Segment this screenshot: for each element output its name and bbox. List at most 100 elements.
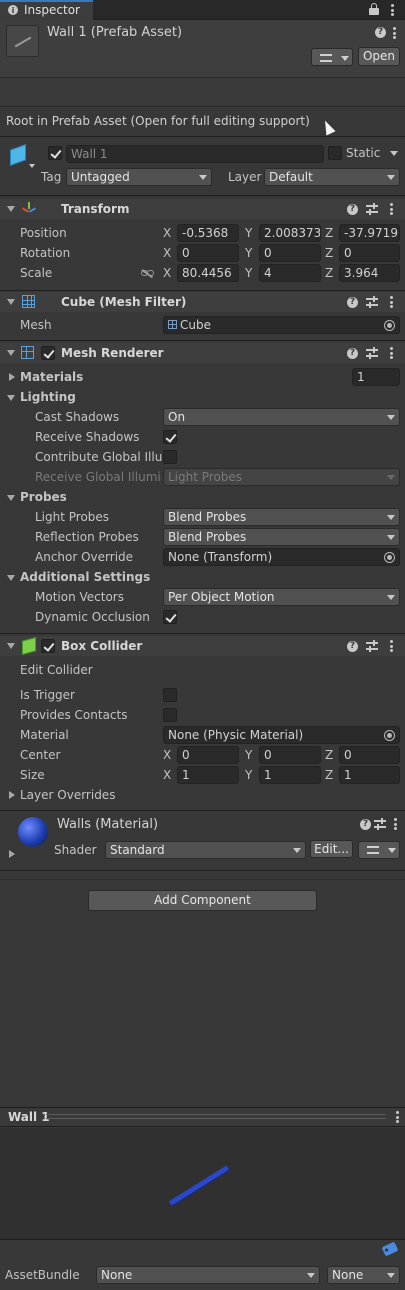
reflection-probes-dropdown[interactable]: Blend Probes <box>163 528 400 546</box>
asset-bundle-dropdown[interactable]: None <box>96 1266 320 1284</box>
mesh-filter-menu-icon[interactable] <box>390 296 393 308</box>
tab-inspector[interactable]: i Inspector <box>0 0 93 20</box>
transform-menu-icon[interactable] <box>390 203 393 215</box>
material-menu-icon[interactable] <box>394 818 397 830</box>
additional-settings-label[interactable]: Additional Settings <box>20 570 150 584</box>
mesh-renderer-help-icon[interactable]: ? <box>347 348 358 359</box>
collider-material-field[interactable]: None (Physic Material) <box>163 726 400 744</box>
box-collider-enabled-checkbox[interactable] <box>41 639 55 653</box>
transform-help-icon[interactable]: ? <box>347 204 358 215</box>
mesh-picker-icon[interactable] <box>384 320 395 331</box>
additional-settings-foldout[interactable] <box>7 575 15 581</box>
material-foldout[interactable] <box>9 850 15 858</box>
link-icon[interactable] <box>141 268 155 278</box>
mesh-filter-presets-icon[interactable] <box>366 296 378 308</box>
shader-dropdown[interactable]: Standard <box>105 841 306 859</box>
center-y-axis-label: Y <box>245 748 253 762</box>
anchor-override-field[interactable]: None (Transform) <box>163 548 400 566</box>
size-x-field[interactable]: 1 <box>177 766 239 784</box>
transform-presets-icon[interactable] <box>366 203 378 215</box>
transform-foldout[interactable] <box>7 206 15 212</box>
asset-bundle-variant-dropdown[interactable]: None <box>327 1266 400 1284</box>
asset-label-icon[interactable] <box>381 1241 399 1257</box>
object-name-field[interactable]: Wall 1 <box>66 145 324 163</box>
cube-prefab-icon[interactable] <box>7 144 35 168</box>
static-dropdown-arrow[interactable] <box>390 151 398 156</box>
cast-shadows-dropdown[interactable]: On <box>163 408 400 426</box>
light-probes-dropdown[interactable]: Blend Probes <box>163 508 400 526</box>
contribute-gi-checkbox[interactable] <box>163 450 177 464</box>
size-y-axis-label: Y <box>245 768 253 782</box>
lock-icon[interactable] <box>369 3 379 15</box>
probes-foldout[interactable] <box>7 495 15 501</box>
edit-collider-label[interactable]: Edit Collider <box>20 663 93 677</box>
header-menu-icon[interactable] <box>393 27 396 39</box>
size-y-field[interactable]: 1 <box>259 766 321 784</box>
tab-menu-icon[interactable] <box>391 4 394 16</box>
motion-vectors-dropdown[interactable]: Per Object Motion <box>163 588 400 606</box>
materials-label[interactable]: Materials <box>20 370 83 384</box>
box-collider-help-icon[interactable]: ? <box>347 641 358 652</box>
shader-label: Shader <box>54 843 97 857</box>
receive-gi-label: Receive Global Illumina <box>35 470 162 484</box>
position-y-field[interactable]: 2.008373 <box>259 224 321 242</box>
size-z-field[interactable]: 1 <box>339 766 400 784</box>
material-presets-dropdown[interactable] <box>358 841 400 859</box>
rotation-y-field[interactable]: 0 <box>259 244 321 262</box>
shader-edit-button[interactable]: Edit... <box>310 840 353 858</box>
preview-title: Wall 1 <box>8 1110 50 1124</box>
add-component-button[interactable]: Add Component <box>88 890 317 911</box>
position-z-field[interactable]: -37.9719 <box>339 224 400 242</box>
material-help-icon[interactable]: ? <box>360 819 371 830</box>
mesh-grid-icon <box>168 320 177 329</box>
material-presets-icon[interactable] <box>374 818 386 830</box>
mesh-renderer-presets-icon[interactable] <box>366 347 378 359</box>
lighting-foldout[interactable] <box>7 395 15 401</box>
center-z-field[interactable]: 0 <box>339 746 400 764</box>
rotation-x-field[interactable]: 0 <box>177 244 239 262</box>
receive-shadows-checkbox[interactable] <box>163 430 177 444</box>
center-z-axis-label: Z <box>325 748 334 762</box>
preview-menu-icon[interactable] <box>396 1111 399 1123</box>
mesh-filter-help-icon[interactable]: ? <box>347 297 358 308</box>
active-checkbox[interactable] <box>48 146 62 160</box>
box-collider-presets-icon[interactable] <box>366 640 378 652</box>
layer-dropdown[interactable]: Default <box>264 168 400 186</box>
collider-material-label: Material <box>20 728 69 742</box>
box-collider-title: Box Collider <box>61 639 143 653</box>
scale-y-field[interactable]: 4 <box>259 264 321 282</box>
layer-overrides-label[interactable]: Layer Overrides <box>20 788 115 802</box>
probes-label[interactable]: Probes <box>20 490 67 504</box>
tab-label: Inspector <box>24 3 80 17</box>
tag-dropdown[interactable]: Untagged <box>66 168 212 186</box>
mesh-filter-foldout[interactable] <box>7 299 15 305</box>
mouse-cursor <box>320 118 336 136</box>
scale-z-field[interactable]: 3.964 <box>339 264 400 282</box>
layer-overrides-foldout[interactable] <box>9 791 15 799</box>
box-collider-foldout[interactable] <box>7 643 15 649</box>
open-button[interactable]: Open <box>358 47 400 66</box>
box-collider-menu-icon[interactable] <box>390 640 393 652</box>
presets-dropdown[interactable] <box>311 48 353 66</box>
center-x-field[interactable]: 0 <box>177 746 239 764</box>
provides-contacts-checkbox[interactable] <box>163 708 177 722</box>
mesh-field[interactable]: Cube <box>163 316 400 334</box>
lighting-label[interactable]: Lighting <box>20 390 76 404</box>
materials-count-field[interactable]: 1 <box>352 368 400 386</box>
center-y-field[interactable]: 0 <box>259 746 321 764</box>
dynamic-occlusion-checkbox[interactable] <box>163 610 177 624</box>
is-trigger-checkbox[interactable] <box>163 688 177 702</box>
preview-drag-handle[interactable] <box>46 1114 386 1119</box>
rotation-z-field[interactable]: 0 <box>339 244 400 262</box>
mesh-renderer-menu-icon[interactable] <box>390 347 393 359</box>
static-checkbox[interactable] <box>328 146 342 160</box>
position-z-axis-label: Z <box>325 226 334 240</box>
position-x-field[interactable]: -0.5368 <box>177 224 239 242</box>
materials-foldout[interactable] <box>9 373 15 381</box>
mesh-renderer-enabled-checkbox[interactable] <box>41 346 55 360</box>
collider-material-picker-icon[interactable] <box>384 730 395 741</box>
help-icon[interactable]: ? <box>375 27 386 38</box>
mesh-renderer-foldout[interactable] <box>7 350 15 356</box>
anchor-picker-icon[interactable] <box>384 552 395 563</box>
scale-x-field[interactable]: 80.4456 <box>177 264 239 282</box>
